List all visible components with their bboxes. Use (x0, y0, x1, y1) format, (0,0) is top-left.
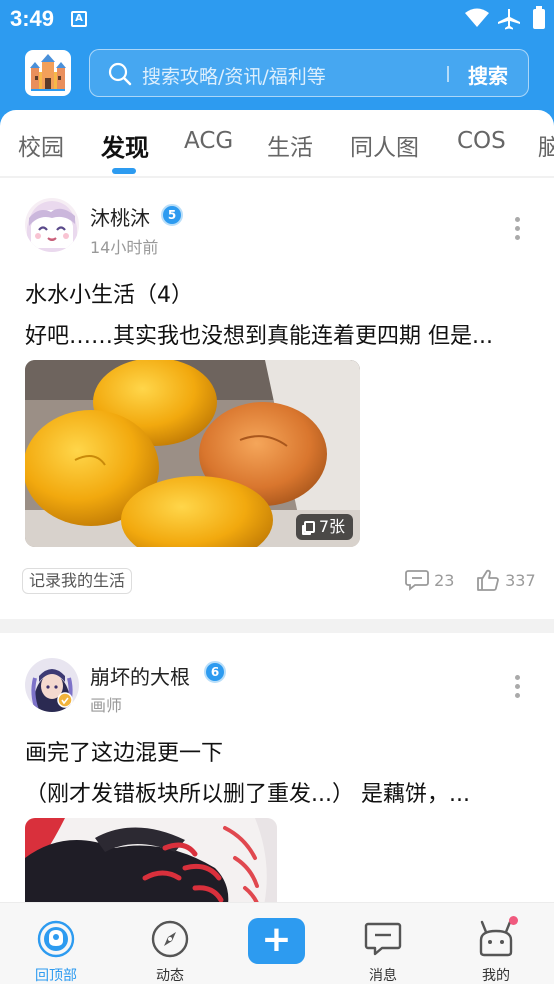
tab-brain[interactable]: 脑 (538, 128, 554, 162)
search-bar[interactable]: 搜索攻略/资讯/福利等 搜索 (89, 49, 529, 97)
post-time: 14小时前 (90, 238, 159, 257)
post-separator (0, 619, 554, 633)
nav-back-to-top[interactable]: 回顶部 (16, 903, 96, 984)
nav-label: 动态 (156, 968, 184, 984)
status-time: 3:49 (10, 6, 55, 31)
nav-label: 我的 (482, 968, 510, 984)
notification-dot (509, 916, 518, 925)
airplane-mode-icon (498, 9, 520, 30)
tabs-divider (0, 176, 554, 178)
more-options-icon[interactable] (515, 675, 521, 702)
back-to-top-icon (37, 920, 75, 958)
nav-messages[interactable]: 消息 (343, 903, 423, 984)
nav-label: 消息 (369, 968, 397, 984)
nav-feed[interactable]: 动态 (130, 903, 210, 984)
post-title[interactable]: 画完了这边混更一下 (25, 735, 223, 767)
search-button[interactable]: 搜索 (468, 60, 508, 89)
post-image[interactable]: 7张 (25, 360, 360, 547)
image-count: 7张 (318, 517, 345, 536)
anime-artist-avatar (25, 658, 79, 712)
nav-label: 回顶部 (35, 968, 77, 984)
more-options-icon[interactable] (515, 217, 521, 244)
category-tabs: 校园 发现 ACG 生活 同人图 COS 脑 (0, 110, 554, 176)
image-count-badge: 7张 (295, 514, 353, 540)
avatar[interactable] (25, 658, 79, 712)
anime-girl-avatar (25, 198, 79, 252)
tab-discover[interactable]: 发现 (101, 128, 149, 163)
comment-icon (405, 570, 429, 591)
post-title[interactable]: 水水小生活（4） (25, 277, 193, 309)
author-name[interactable]: 沐桃沐 (90, 202, 150, 231)
thumbs-up-icon (477, 569, 499, 591)
tab-fanart[interactable]: 同人图 (350, 128, 419, 162)
level-badge: 6 (204, 661, 226, 683)
post-excerpt[interactable]: （刚才发错板块所以删了重发...） 是藕饼，... (25, 776, 470, 808)
like-count: 337 (505, 571, 536, 590)
author-role: 画师 (90, 696, 123, 715)
comment-button[interactable]: 23 (405, 569, 454, 591)
search-divider (447, 66, 449, 82)
like-button[interactable]: 337 (476, 569, 536, 591)
tab-life[interactable]: 生活 (267, 128, 313, 162)
post-excerpt[interactable]: 好吧……其实我也没想到真能连着更四期 但是... (25, 318, 493, 350)
compass-icon (151, 920, 189, 958)
avatar[interactable] (25, 198, 79, 252)
tab-acg[interactable]: ACG (184, 128, 233, 154)
profile-robot-icon (479, 920, 513, 957)
search-placeholder[interactable]: 搜索攻略/资讯/福利等 (142, 62, 326, 89)
status-bar: 3:49 A (0, 0, 554, 38)
create-post-button[interactable]: + (248, 918, 305, 964)
battery-icon (533, 6, 545, 29)
comment-count: 23 (434, 571, 455, 590)
tab-cos[interactable]: COS (457, 128, 506, 154)
castle-logo-icon (30, 54, 66, 91)
topic-tag[interactable]: 记录我的生活 (22, 568, 133, 594)
nav-profile[interactable]: 我的 (456, 903, 536, 984)
search-icon (108, 62, 132, 86)
gallery-icon (303, 521, 315, 533)
notification-a-icon: A (71, 11, 87, 27)
app-logo[interactable] (25, 50, 71, 96)
tab-campus[interactable]: 校园 (18, 128, 64, 162)
author-name[interactable]: 崩坏的大根 (90, 661, 190, 690)
wifi-icon (465, 8, 489, 27)
level-badge: 5 (161, 204, 183, 226)
active-tab-indicator (112, 168, 136, 174)
message-icon (364, 922, 402, 956)
